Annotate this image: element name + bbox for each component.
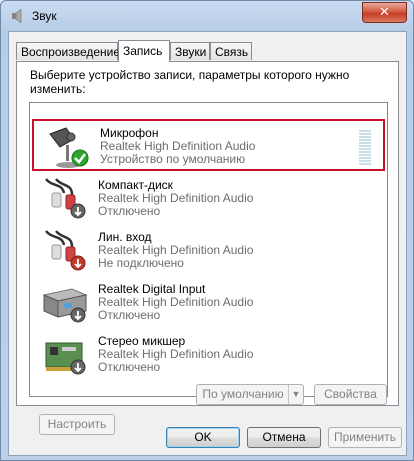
- sound-card-icon: [45, 342, 86, 375]
- window-title: Звук: [32, 9, 57, 23]
- set-default-label: По умолчанию: [202, 387, 284, 401]
- titlebar[interactable]: Звук ✕: [1, 1, 413, 31]
- level-meter: [359, 130, 371, 166]
- device-text: Realtek Digital Input Realtek High Defin…: [98, 283, 253, 322]
- recording-device-list[interactable]: Микрофон Realtek High Definition Audio У…: [29, 102, 388, 397]
- tab-communications[interactable]: Связь: [210, 42, 252, 60]
- close-button[interactable]: ✕: [362, 2, 407, 23]
- tab-playback[interactable]: Воспроизведение: [16, 42, 120, 60]
- digital-input-icon: [42, 288, 88, 323]
- cancel-button[interactable]: Отмена: [247, 427, 321, 448]
- sound-dialog: Звук ✕ Воспроизведение Запись Звуки Связ…: [0, 0, 414, 461]
- device-text: Лин. вход Realtek High Definition Audio …: [98, 231, 253, 270]
- set-default-button[interactable]: По умолчанию ▼: [196, 384, 304, 405]
- tab-sounds[interactable]: Звуки: [170, 42, 210, 60]
- device-text: Стерео микшер Realtek High Definition Au…: [98, 335, 253, 374]
- configure-button[interactable]: Настроить: [39, 414, 115, 435]
- speaker-icon: [12, 8, 22, 24]
- instruction-text: Выберите устройство записи, параметры ко…: [30, 68, 350, 96]
- device-text: Микрофон Realtek High Definition Audio У…: [100, 127, 255, 166]
- properties-button[interactable]: Свойства: [314, 384, 387, 405]
- dialog-body: Воспроизведение Запись Звуки Связь Выбер…: [8, 31, 407, 456]
- device-status: Отключено: [98, 360, 161, 374]
- device-item-line-in[interactable]: Лин. вход Realtek High Definition Audio …: [32, 225, 385, 277]
- apply-button[interactable]: Применить: [328, 427, 402, 448]
- device-status: Не подключено: [98, 256, 184, 270]
- tab-recording[interactable]: Запись: [118, 40, 170, 62]
- device-text: Компакт-диск Realtek High Definition Aud…: [98, 179, 253, 218]
- chevron-down-icon[interactable]: ▼: [288, 385, 303, 404]
- device-status: Отключено: [98, 308, 161, 322]
- device-item-microphone[interactable]: Микрофон Realtek High Definition Audio У…: [32, 119, 385, 171]
- rca-cable-icon: [45, 178, 86, 219]
- device-status: Отключено: [98, 204, 161, 218]
- device-item-stereo-mix[interactable]: Стерео микшер Realtek High Definition Au…: [32, 329, 385, 381]
- rca-cable-icon: [45, 230, 86, 271]
- device-item-digital-input[interactable]: Realtek Digital Input Realtek High Defin…: [32, 277, 385, 329]
- device-status: Устройство по умолчанию: [100, 152, 246, 166]
- microphone-icon: [49, 127, 89, 168]
- device-item-cd[interactable]: Компакт-диск Realtek High Definition Aud…: [32, 173, 385, 225]
- ok-button[interactable]: OK: [166, 427, 240, 448]
- recording-tab-panel: Выберите устройство записи, параметры ко…: [16, 61, 399, 435]
